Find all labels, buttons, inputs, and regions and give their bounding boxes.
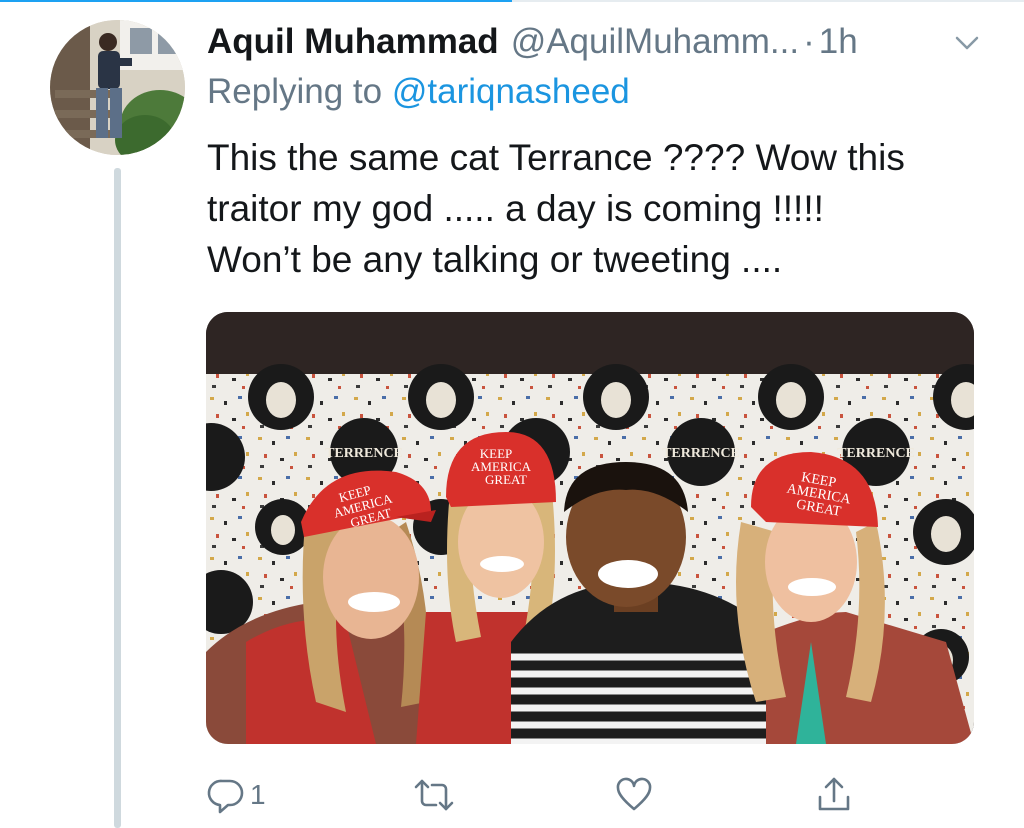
share-button[interactable] <box>814 770 854 820</box>
author-handle[interactable]: @AquilMuhamm... <box>511 22 799 62</box>
reply-icon <box>207 779 244 814</box>
heart-icon <box>616 777 652 811</box>
chevron-down-icon[interactable] <box>952 28 982 58</box>
thread-connector-line <box>114 168 121 828</box>
separator-dot: · <box>803 22 815 61</box>
author-name[interactable]: Aquil Muhammad <box>207 22 499 62</box>
tweet-text-line: traitor my god ..... a day is coming !!!… <box>207 188 824 229</box>
share-icon <box>818 777 850 811</box>
like-button[interactable] <box>614 770 654 820</box>
group-photo-image: TERRENCE TERRENCE TERRENCE KEEP AMERICA … <box>206 312 974 744</box>
replying-to: Replying to @tariqnasheed <box>207 72 630 112</box>
hat-text: GREAT <box>485 472 527 487</box>
tweet-action-bar: 1 <box>206 770 866 820</box>
avatar-photo <box>50 20 185 155</box>
tweet-timestamp[interactable]: 1h <box>819 22 858 62</box>
tweet-text-line: This the same cat Terrance ???? Wow this <box>207 137 905 178</box>
avatar[interactable] <box>50 20 185 155</box>
tweet-media-photo[interactable]: TERRENCE TERRENCE TERRENCE KEEP AMERICA … <box>206 312 974 744</box>
retweet-button[interactable] <box>412 770 456 820</box>
loading-progress-bar <box>0 0 512 2</box>
backdrop-logo-text: TERRENCE <box>662 446 740 461</box>
backdrop-logo-text: TERRENCE <box>325 446 403 461</box>
tweet-header: Aquil Muhammad @AquilMuhamm... · 1h <box>207 14 984 70</box>
replying-to-mention-link[interactable]: @tariqnasheed <box>392 72 630 111</box>
replying-to-label: Replying to <box>207 72 383 111</box>
top-divider <box>0 0 1024 2</box>
tweet-text-line: Won’t be any talking or tweeting .... <box>207 239 783 280</box>
backdrop-logo-text: TERRENCE <box>837 446 915 461</box>
tweet-text: This the same cat Terrance ???? Wow this… <box>207 132 987 285</box>
reply-count: 1 <box>250 779 266 810</box>
reply-button[interactable]: 1 <box>206 770 266 820</box>
retweet-icon <box>414 779 454 811</box>
